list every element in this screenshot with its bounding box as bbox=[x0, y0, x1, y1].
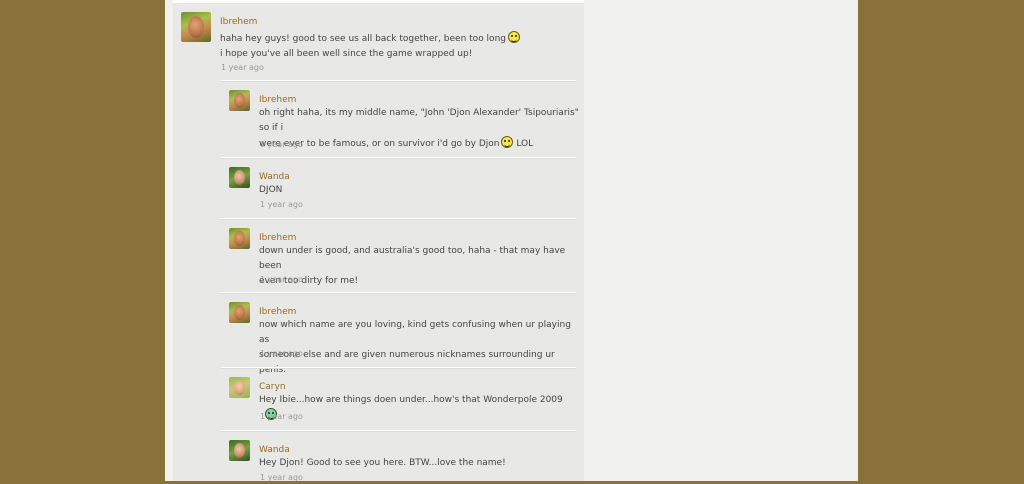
comment-author[interactable]: Caryn bbox=[259, 382, 286, 393]
comment-timestamp: 1 year ago bbox=[260, 140, 303, 149]
comment-timestamp: 1 year ago bbox=[260, 349, 303, 358]
reply-item: Caryn Hey Ibie...how are things doen und… bbox=[229, 377, 576, 425]
comment-divider bbox=[221, 430, 576, 432]
smiley-icon bbox=[507, 31, 520, 43]
comment-text: now which name are you loving, kind gets… bbox=[259, 320, 571, 375]
reply-item: Ibrehem oh right haha, its my middle nam… bbox=[229, 90, 579, 152]
comment-text: Hey Ibie...how are things doen under...h… bbox=[259, 393, 579, 427]
avatar[interactable] bbox=[229, 440, 250, 461]
comment-author[interactable]: Wanda bbox=[259, 172, 290, 183]
comment-text: haha hey guys! good to see us all back t… bbox=[220, 31, 570, 62]
reply-item: Wanda DJON 1 year ago bbox=[229, 167, 576, 212]
comment-text: DJON bbox=[259, 185, 283, 195]
avatar[interactable] bbox=[229, 377, 250, 398]
comment-author[interactable]: Ibrehem bbox=[259, 95, 296, 106]
comment-text: Hey Djon! Good to see you here. BTW...lo… bbox=[259, 458, 506, 468]
smiley-icon bbox=[501, 136, 514, 148]
avatar[interactable] bbox=[229, 90, 250, 111]
comment-divider bbox=[221, 367, 576, 369]
comment-timestamp: 1 year ago bbox=[260, 200, 303, 209]
comment-timestamp: 1 year ago bbox=[260, 275, 303, 284]
comment-item: Ibrehem haha hey guys! good to see us al… bbox=[181, 12, 576, 72]
comment-divider bbox=[221, 80, 576, 82]
avatar[interactable] bbox=[229, 302, 250, 323]
comment-author[interactable]: Ibrehem bbox=[220, 17, 257, 28]
reply-item: Ibrehem down under is good, and australi… bbox=[229, 228, 576, 288]
comments-list: Ibrehem haha hey guys! good to see us al… bbox=[173, 0, 584, 484]
comment-divider bbox=[221, 157, 576, 159]
reply-item: Wanda Hey Djon! Good to see you here. BT… bbox=[229, 440, 576, 484]
avatar[interactable] bbox=[181, 12, 211, 42]
comment-text: down under is good, and australia's good… bbox=[259, 246, 566, 286]
page-content: Ibrehem haha hey guys! good to see us al… bbox=[165, 0, 858, 484]
comment-timestamp: 1 year ago bbox=[221, 63, 264, 72]
comment-author[interactable]: Ibrehem bbox=[259, 233, 296, 244]
reply-item: Ibrehem now which name are you loving, k… bbox=[229, 302, 576, 375]
avatar[interactable] bbox=[229, 167, 250, 188]
comment-timestamp: 1 year ago bbox=[260, 473, 303, 482]
comment-divider bbox=[221, 292, 576, 294]
avatar[interactable] bbox=[229, 228, 250, 249]
comment-text: oh right haha, its my middle name, "John… bbox=[259, 108, 579, 149]
comment-divider bbox=[221, 218, 576, 220]
comment-author[interactable]: Wanda bbox=[259, 445, 290, 456]
comment-timestamp: 1 year ago bbox=[260, 412, 303, 421]
comment-author[interactable]: Ibrehem bbox=[259, 307, 296, 318]
